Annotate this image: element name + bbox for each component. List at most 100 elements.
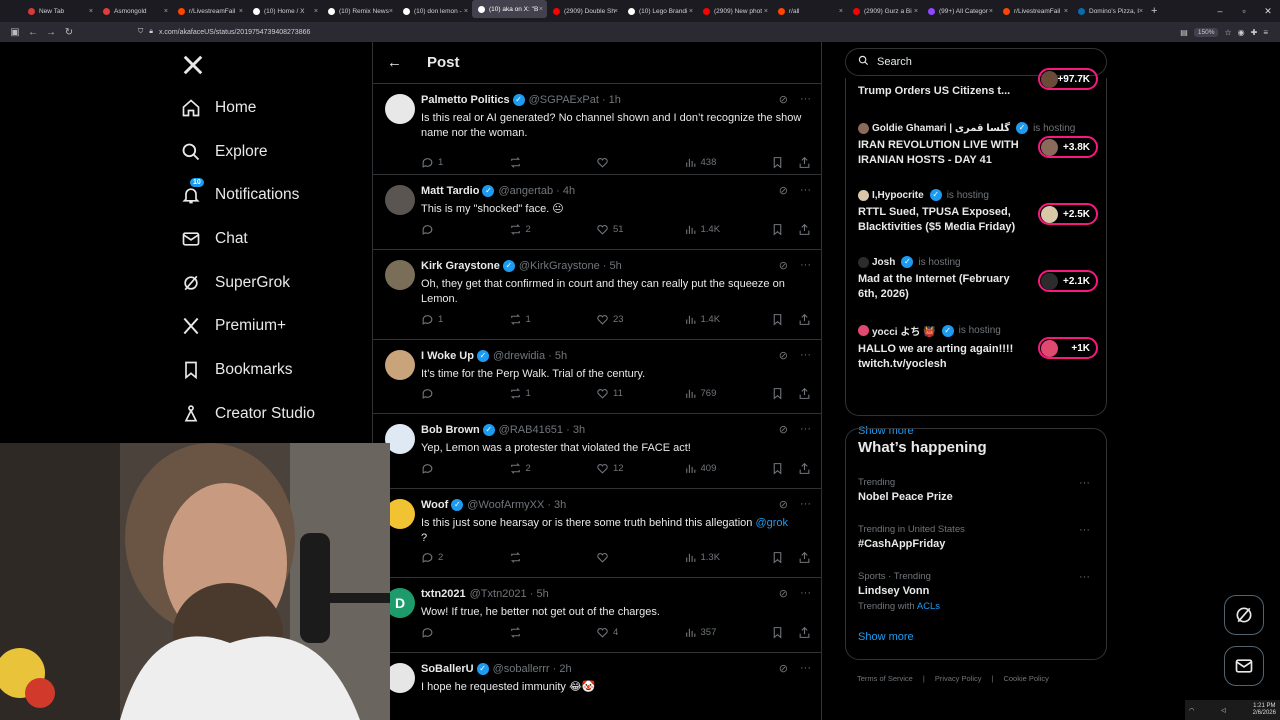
avatar[interactable] bbox=[385, 260, 415, 290]
live-listener-pill[interactable]: +1K bbox=[1038, 337, 1098, 359]
trend-item[interactable]: Trending in United States #CashAppFriday ·… bbox=[858, 524, 1098, 550]
browser-tab[interactable]: (10) Lego Brandi × bbox=[622, 0, 697, 22]
author-handle[interactable]: @WoofArmyXX · 3h bbox=[467, 499, 566, 511]
host-name[interactable]: Goldie Ghamari | گلسا قمری bbox=[872, 123, 1010, 134]
reply-button[interactable]: 1 bbox=[421, 156, 461, 169]
maximize-icon[interactable]: ▫ bbox=[1232, 0, 1256, 22]
grok-fab-button[interactable] bbox=[1224, 595, 1264, 635]
tab-close-icon[interactable]: × bbox=[689, 8, 693, 15]
avatar[interactable] bbox=[385, 94, 415, 124]
views-button[interactable]: 1.3K bbox=[684, 551, 724, 564]
like-button[interactable] bbox=[596, 551, 636, 564]
more-options-icon[interactable]: ··· bbox=[800, 662, 811, 675]
author-name[interactable]: Kirk Graystone bbox=[421, 260, 500, 272]
like-button[interactable]: 51 bbox=[596, 223, 636, 236]
trend-item[interactable]: Trending Nobel Peace Prize ··· bbox=[858, 477, 1098, 503]
nav-item-supergrok[interactable]: SuperGrok bbox=[180, 268, 290, 298]
extensions-icon[interactable]: ✚ bbox=[1251, 28, 1258, 37]
host-name[interactable]: I,Hypocrite bbox=[872, 190, 924, 201]
terms-link[interactable]: Terms of Service bbox=[857, 674, 913, 683]
bookmark-button[interactable] bbox=[771, 551, 784, 564]
mention-link[interactable]: @grok bbox=[755, 517, 788, 529]
reply-button[interactable] bbox=[421, 223, 461, 236]
reply-tweet[interactable]: I Woke Up ✓ @drewidia · 5h ⊘ ··· It’s time fo… bbox=[373, 340, 821, 414]
back-arrow-icon[interactable]: ← bbox=[387, 54, 407, 71]
nav-item-home[interactable]: Home bbox=[180, 93, 256, 123]
share-button[interactable] bbox=[798, 313, 811, 326]
live-listener-pill[interactable]: +2.5K bbox=[1038, 203, 1098, 225]
nav-item-chat[interactable]: Chat bbox=[180, 224, 248, 254]
volume-icon[interactable]: ◁ bbox=[1221, 707, 1226, 714]
author-handle[interactable]: @RAB41651 · 3h bbox=[499, 424, 585, 436]
browser-tab[interactable]: (10) Home / X × bbox=[247, 0, 322, 22]
avatar[interactable] bbox=[385, 350, 415, 380]
nav-item-explore[interactable]: Explore bbox=[180, 137, 268, 167]
more-options-icon[interactable]: ··· bbox=[800, 587, 811, 600]
reader-icon[interactable]: ▤ bbox=[1180, 28, 1188, 37]
more-options-icon[interactable]: ··· bbox=[800, 423, 811, 436]
live-listener-pill[interactable]: +2.1K bbox=[1038, 270, 1098, 292]
share-button[interactable] bbox=[798, 156, 811, 169]
tab-close-icon[interactable]: × bbox=[914, 8, 918, 15]
repost-button[interactable] bbox=[509, 551, 549, 564]
live-space-item[interactable]: yocci よち 👹 ✓ is hosting HALLO we are arting… bbox=[858, 323, 1098, 372]
forward-icon[interactable]: → bbox=[42, 23, 60, 41]
author-name[interactable]: Bob Brown bbox=[421, 424, 480, 436]
author-name[interactable]: Matt Tardio bbox=[421, 185, 479, 197]
tab-close-icon[interactable]: × bbox=[839, 8, 843, 15]
grok-explain-icon[interactable]: ⊘ bbox=[779, 498, 788, 511]
reply-button[interactable]: 2 bbox=[421, 551, 461, 564]
views-button[interactable]: 357 bbox=[684, 626, 724, 639]
views-button[interactable]: 438 bbox=[684, 156, 724, 169]
live-listener-pill[interactable]: +97.7K bbox=[1038, 68, 1098, 90]
close-window-icon[interactable]: ✕ bbox=[1256, 0, 1280, 22]
grok-explain-icon[interactable]: ⊘ bbox=[779, 587, 788, 600]
minimize-icon[interactable]: – bbox=[1208, 0, 1232, 22]
browser-tab[interactable]: (10) don lemon - × bbox=[397, 0, 472, 22]
reply-tweet[interactable]: SoBallerU ✓ @soballerrr · 2h ⊘ ··· I hope he … bbox=[373, 653, 821, 720]
more-options-icon[interactable]: ··· bbox=[800, 259, 811, 272]
tab-close-icon[interactable]: × bbox=[89, 8, 93, 15]
author-name[interactable]: Palmetto Politics bbox=[421, 94, 510, 106]
tab-close-icon[interactable]: × bbox=[1064, 8, 1068, 15]
repost-button[interactable]: 2 bbox=[509, 462, 549, 475]
browser-tab[interactable]: Domino's Pizza, I × bbox=[1072, 0, 1147, 22]
host-name[interactable]: Josh bbox=[872, 257, 895, 268]
trend-more-icon[interactable]: ··· bbox=[1079, 477, 1090, 489]
author-handle[interactable]: @Txtn2021 · 5h bbox=[470, 588, 549, 600]
new-tab-button[interactable]: + bbox=[1151, 5, 1157, 17]
zoom-level[interactable]: 150% bbox=[1193, 27, 1219, 37]
browser-tab[interactable]: r/LivestreamFail × bbox=[172, 0, 247, 22]
browser-tab[interactable]: Asmongold × bbox=[97, 0, 172, 22]
grok-explain-icon[interactable]: ⊘ bbox=[779, 184, 788, 197]
author-handle[interactable]: @drewidia · 5h bbox=[493, 350, 567, 362]
browser-tab[interactable]: (2909) New phot × bbox=[697, 0, 772, 22]
reply-tweet[interactable]: Woof ✓ @WoofArmyXX · 3h ⊘ ··· Is this just so… bbox=[373, 489, 821, 578]
nav-item-bookmarks[interactable]: Bookmarks bbox=[180, 355, 293, 385]
trend-related-link[interactable]: ACLs bbox=[917, 601, 940, 612]
back-icon[interactable]: ← bbox=[24, 23, 42, 41]
x-logo-icon[interactable] bbox=[182, 52, 204, 83]
trend-item[interactable]: Sports · Trending Lindsey Vonn Trending wi… bbox=[858, 571, 1098, 612]
browser-tab[interactable]: (2909) Double Sh × bbox=[547, 0, 622, 22]
sidebar-toggle-icon[interactable]: ▣ bbox=[6, 23, 24, 41]
trend-more-icon[interactable]: ··· bbox=[1079, 524, 1090, 536]
author-name[interactable]: SoBallerU bbox=[421, 663, 474, 675]
tab-close-icon[interactable]: × bbox=[539, 6, 543, 13]
tab-close-icon[interactable]: × bbox=[314, 8, 318, 15]
views-button[interactable]: 1.4K bbox=[684, 223, 724, 236]
like-button[interactable]: 23 bbox=[596, 313, 636, 326]
trend-more-icon[interactable]: ··· bbox=[1079, 571, 1090, 583]
share-button[interactable] bbox=[798, 223, 811, 236]
tab-close-icon[interactable]: × bbox=[989, 8, 993, 15]
bookmark-button[interactable] bbox=[771, 156, 784, 169]
author-name[interactable]: txtn2021 bbox=[421, 588, 466, 600]
browser-tab[interactable]: r/LivestreamFail × bbox=[997, 0, 1072, 22]
reply-tweet[interactable]: Palmetto Politics ✓ @SGPAExPat · 1h ⊘ ··· Is … bbox=[373, 84, 821, 175]
repost-button[interactable]: 1 bbox=[509, 313, 549, 326]
grok-explain-icon[interactable]: ⊘ bbox=[779, 93, 788, 106]
views-button[interactable]: 769 bbox=[684, 387, 724, 400]
live-listener-pill[interactable]: +3.8K bbox=[1038, 136, 1098, 158]
reload-icon[interactable]: ↻ bbox=[60, 23, 78, 41]
trends-show-more-link[interactable]: Show more bbox=[858, 631, 914, 643]
